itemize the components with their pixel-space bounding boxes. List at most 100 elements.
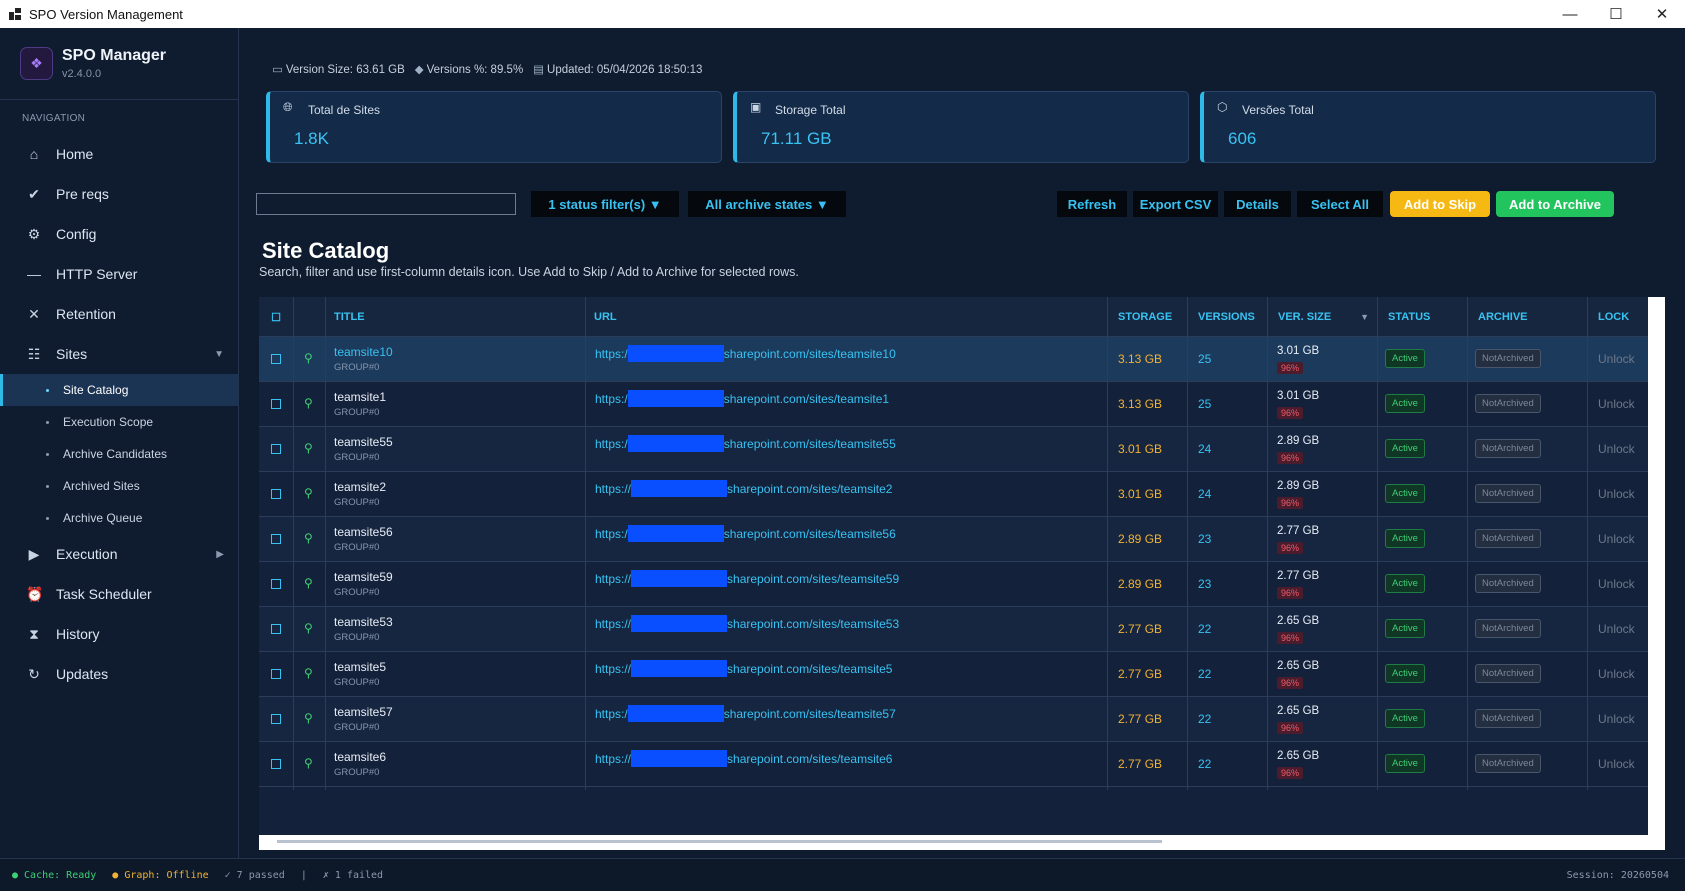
details-button[interactable]: Details [1224,191,1291,217]
nav-item-sites[interactable]: ☷ Sites ▼ [0,334,238,374]
url-prefix: https:// [595,617,632,631]
url-suffix: sharepoint.com/sites/teamsite2 [727,482,893,496]
close-button[interactable]: ✕ [1639,0,1685,28]
sub-item-archived-sites[interactable]: Archived Sites [0,470,238,502]
nav-item-execution[interactable]: ▶ Execution ▶ [0,534,238,574]
row-checkbox[interactable] [271,534,281,544]
table-row[interactable]: ⚲ teamsite59 GROUP#0 https:// sharepoint.com… [259,562,1648,610]
sub-item-archive-queue[interactable]: Archive Queue [0,502,238,534]
cell-vers: 22 [1188,652,1268,700]
row-checkbox[interactable] [271,399,281,409]
nav-label: Updates [56,666,109,682]
table-row[interactable]: ⚲ teamsite56 GROUP#0 https:/ sharepoint.com/… [259,517,1648,565]
nav-item-updates[interactable]: ↻ Updates [0,654,238,694]
unlock-button[interactable]: Unlock [1598,442,1635,456]
ver-size-value: 3.01 GB [1277,345,1320,357]
unlock-button[interactable]: Unlock [1598,397,1635,411]
magnifier-icon[interactable]: ⚲ [304,486,313,500]
archive-filter-dropdown[interactable]: All archive states ▼ [688,191,846,217]
row-checkbox[interactable] [271,714,281,724]
table-row[interactable]: ⚲ teamsite2 GROUP#0 https:// sharepoint.com/… [259,472,1648,520]
table-row[interactable]: ⚲ teamsite5 GROUP#0 https:// sharepoint.com/… [259,652,1648,700]
table-row[interactable]: ⚲ teamsite55 GROUP#0 https:/ sharepoint.com/… [259,427,1648,475]
header-url[interactable]: URL [586,297,1108,337]
card-value: 606 [1228,129,1257,148]
add-to-skip-button[interactable]: Add to Skip [1390,191,1490,217]
header-lock[interactable]: LOCK [1588,297,1648,337]
sub-item-site-catalog[interactable]: Site Catalog [0,374,238,406]
site-url[interactable]: https:// sharepoint.com/sites/teamsite6 [595,750,892,767]
search-input[interactable] [256,193,516,215]
site-url[interactable]: https:/ sharepoint.com/sites/teamsite1 [595,390,889,407]
site-url[interactable]: https:// sharepoint.com/sites/teamsite5 [595,660,892,677]
row-checkbox[interactable] [271,624,281,634]
nav-item-http-server[interactable]: — HTTP Server [0,254,238,294]
horizontal-scrollbar[interactable] [277,840,1162,843]
magnifier-icon[interactable]: ⚲ [304,756,313,770]
row-checkbox[interactable] [271,759,281,769]
unlock-button[interactable]: Unlock [1598,577,1635,591]
header-storage[interactable]: STORAGE [1108,297,1188,337]
site-url[interactable]: https:/ sharepoint.com/sites/teamsite55 [595,435,896,452]
row-checkbox[interactable] [271,444,281,454]
unlock-button[interactable]: Unlock [1598,532,1635,546]
site-url[interactable]: https:// sharepoint.com/sites/teamsite59 [595,570,899,587]
nav-item-retention[interactable]: ✕ Retention [0,294,238,334]
site-title: teamsite10 [334,345,393,359]
nav-item-home[interactable]: ⌂ Home [0,134,238,174]
sub-item-archive-candidates[interactable]: Archive Candidates [0,438,238,470]
header-ver-size[interactable]: VER. SIZE ▼ [1268,297,1378,337]
ver-size-pct-badge: 96% [1277,722,1304,734]
magnifier-icon[interactable]: ⚲ [304,351,313,365]
cell-ar: NotArchived [1468,562,1588,610]
unlock-button[interactable]: Unlock [1598,487,1635,501]
table-row[interactable]: ⚲ teamsite6 GROUP#0 https:// sharepoint.com/… [259,742,1648,790]
minimize-button[interactable]: — [1547,0,1593,28]
table-row[interactable]: ⚲ teamsite1 GROUP#0 https:/ sharepoint.com/s… [259,382,1648,430]
magnifier-icon[interactable]: ⚲ [304,666,313,680]
refresh-button[interactable]: Refresh [1057,191,1127,217]
magnifier-icon[interactable]: ⚲ [304,441,313,455]
unlock-button[interactable]: Unlock [1598,712,1635,726]
cell-check [259,472,294,520]
unlock-button[interactable]: Unlock [1598,667,1635,681]
magnifier-icon[interactable]: ⚲ [304,531,313,545]
unlock-button[interactable]: Unlock [1598,757,1635,771]
archive-badge: NotArchived [1475,574,1541,593]
table-row[interactable]: ⚲ teamsite10 GROUP#0 https:/ sharepoint.com/… [259,337,1648,385]
select-all-button[interactable]: Select All [1297,191,1383,217]
header-versions[interactable]: VERSIONS [1188,297,1268,337]
row-checkbox[interactable] [271,354,281,364]
unlock-button[interactable]: Unlock [1598,352,1635,366]
maximize-button[interactable]: ☐ [1593,0,1639,28]
magnifier-icon[interactable]: ⚲ [304,711,313,725]
site-url[interactable]: https:/ sharepoint.com/sites/teamsite56 [595,525,896,542]
header-select-checkbox[interactable]: ☐ [259,297,294,337]
magnifier-icon[interactable]: ⚲ [304,576,313,590]
nav-item-history[interactable]: ⧗ History [0,614,238,654]
unlock-button[interactable]: Unlock [1598,622,1635,636]
magnifier-icon[interactable]: ⚲ [304,396,313,410]
table-row[interactable]: ⚲ teamsite53 GROUP#0 https:// sharepoint.com… [259,607,1648,655]
status-filter-dropdown[interactable]: 1 status filter(s) ▼ [531,191,679,217]
add-to-archive-button[interactable]: Add to Archive [1496,191,1614,217]
sub-item-execution-scope[interactable]: Execution Scope [0,406,238,438]
site-url[interactable]: https:/ sharepoint.com/sites/teamsite10 [595,345,896,362]
diamond-icon: ◆ [414,64,424,76]
nav-item-config[interactable]: ⚙ Config [0,214,238,254]
magnifier-icon[interactable]: ⚲ [304,621,313,635]
row-checkbox[interactable] [271,489,281,499]
export-csv-button[interactable]: Export CSV [1133,191,1218,217]
site-url[interactable]: https:// sharepoint.com/sites/teamsite2 [595,480,892,497]
table-row[interactable]: ⚲ teamsite57 GROUP#0 https:/ sharepoint.com/… [259,697,1648,745]
site-url[interactable]: https:/ sharepoint.com/sites/teamsite57 [595,705,896,722]
header-archive[interactable]: ARCHIVE [1468,297,1588,337]
header-title[interactable]: TITLE [326,297,586,337]
row-checkbox[interactable] [271,579,281,589]
row-checkbox[interactable] [271,669,281,679]
header-status[interactable]: STATUS [1378,297,1468,337]
site-url[interactable]: https:// sharepoint.com/sites/teamsite53 [595,615,899,632]
nav-item-pre-reqs[interactable]: ✔ Pre reqs [0,174,238,214]
brand-version: v2.4.0.0 [62,68,102,80]
nav-item-task-scheduler[interactable]: ⏰ Task Scheduler [0,574,238,614]
